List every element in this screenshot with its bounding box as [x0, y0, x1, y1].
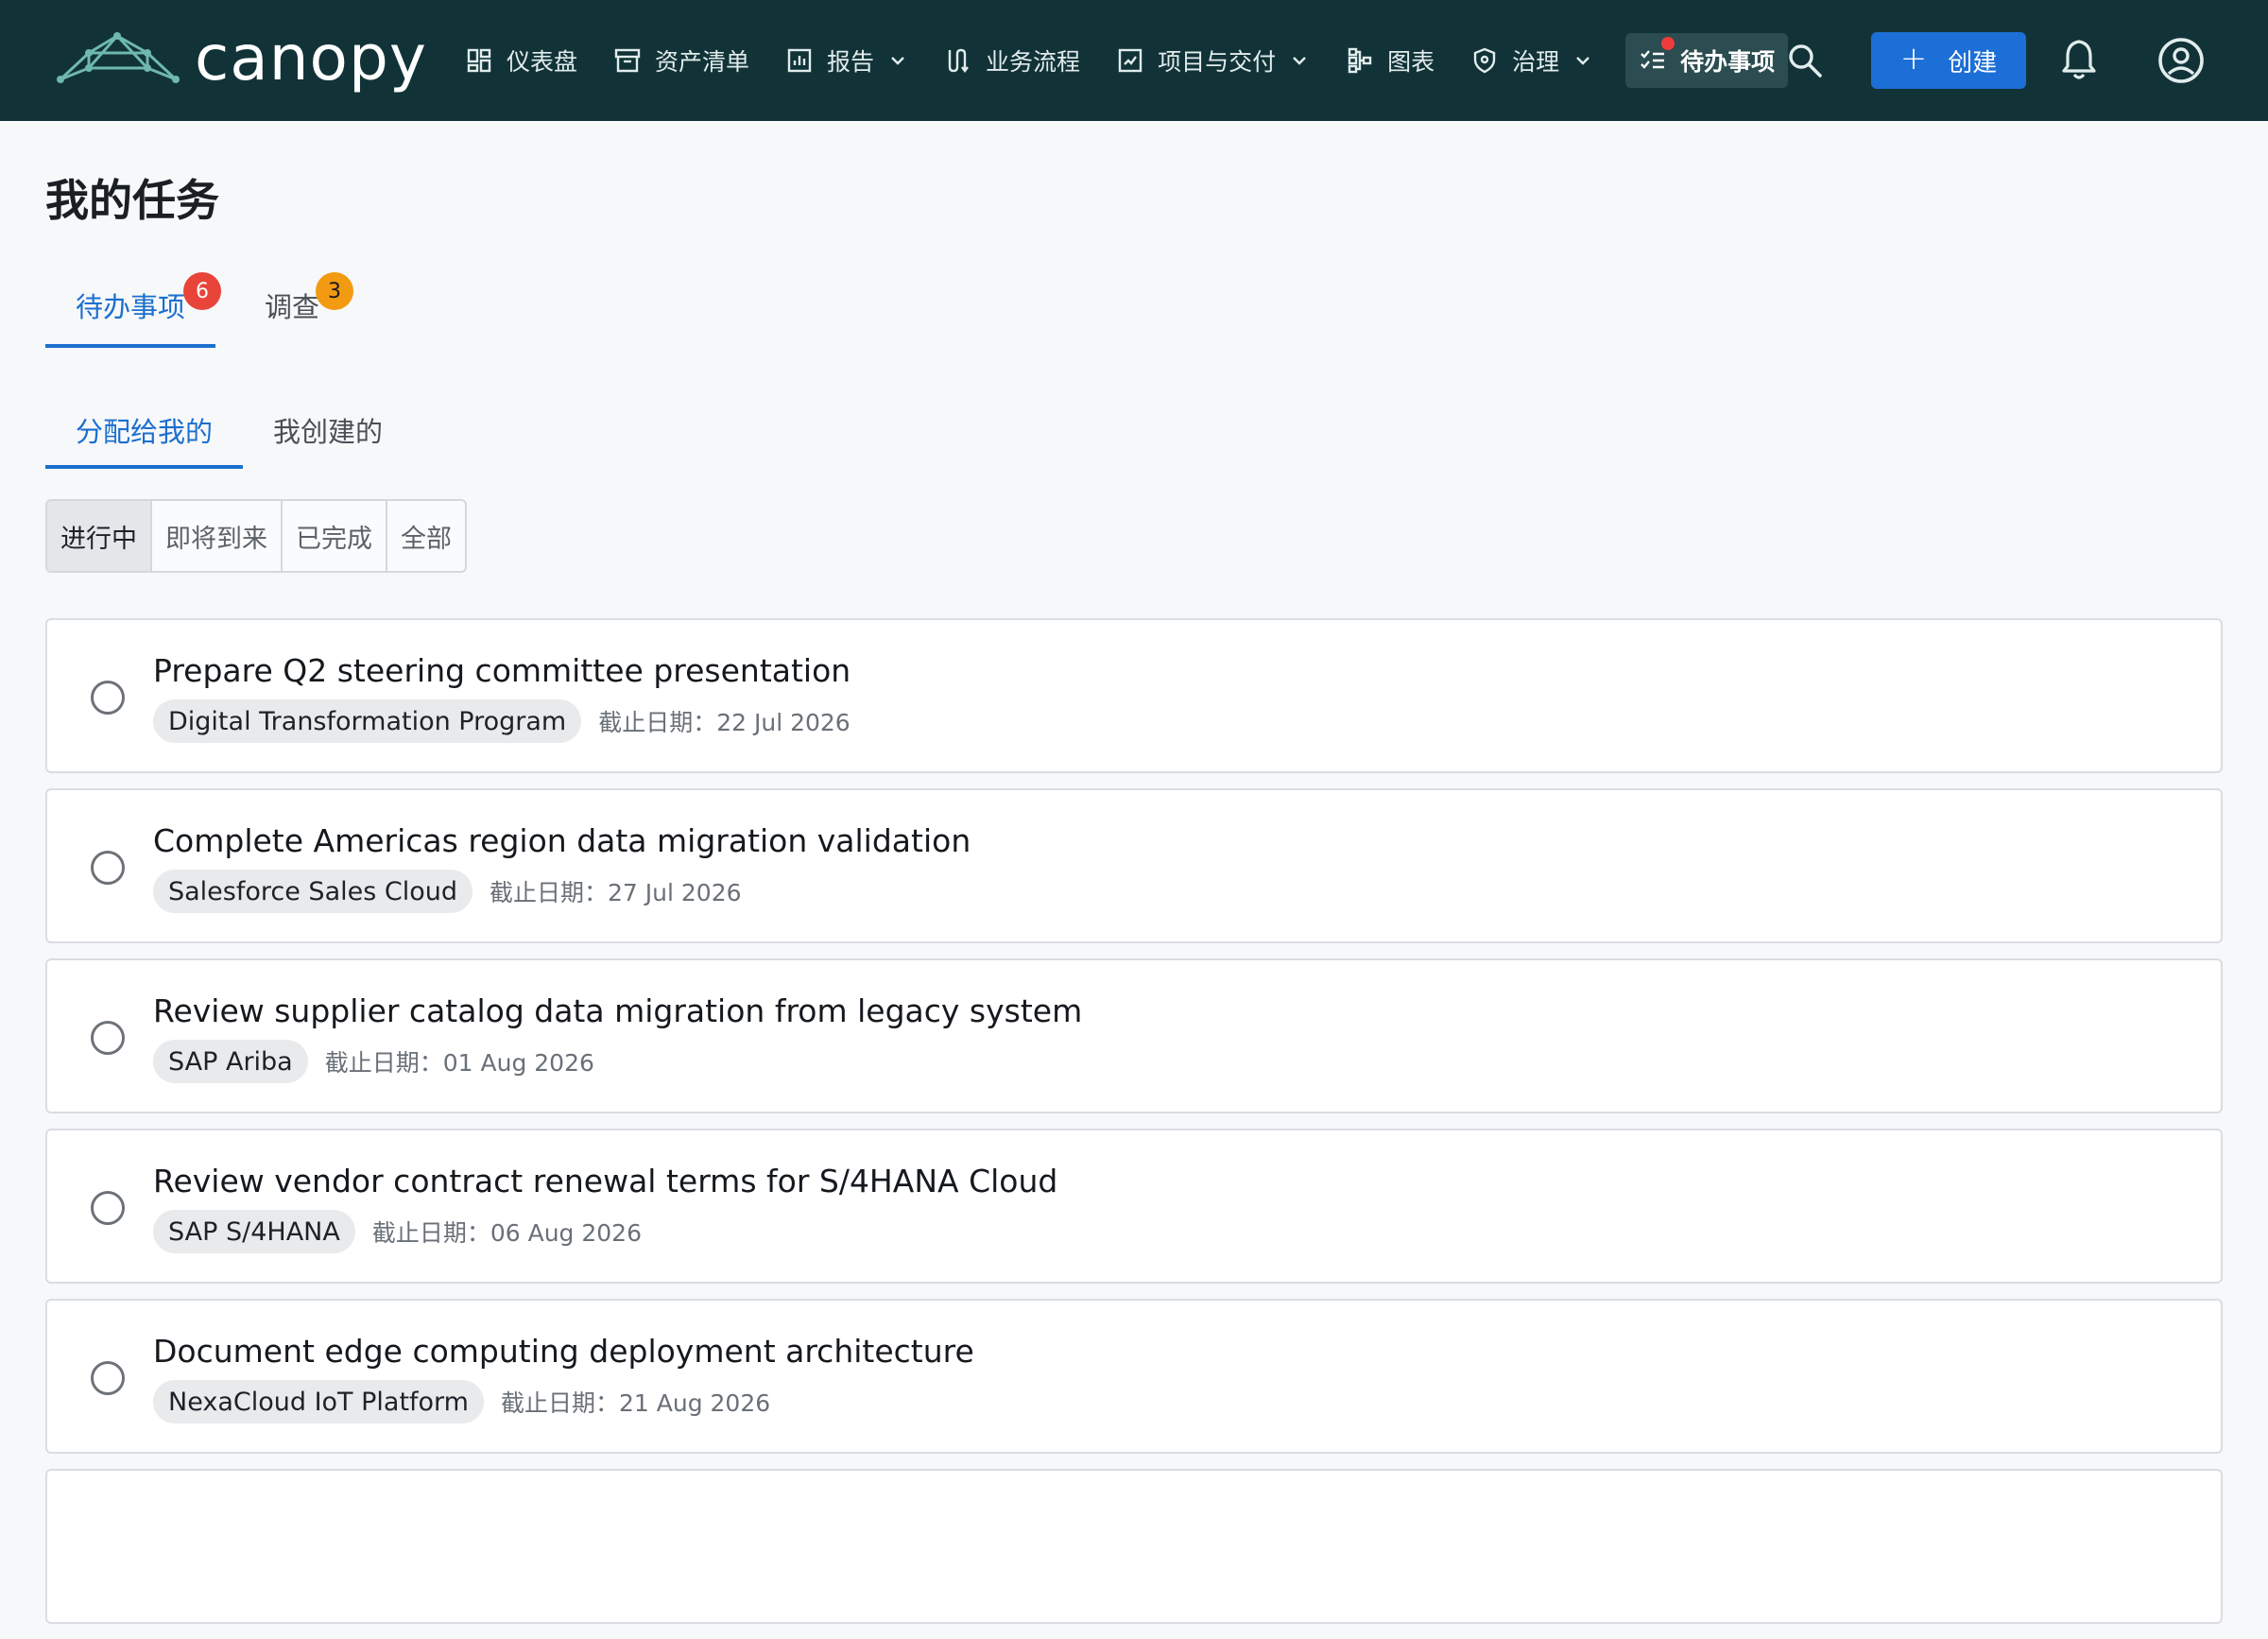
nav-item-label: 资产清单 — [655, 48, 750, 76]
task-due-date: 截止日期：21 Aug 2026 — [501, 1389, 771, 1417]
nav-item-label: 图表 — [1387, 48, 1435, 76]
filter-all[interactable]: 全部 — [386, 501, 465, 571]
nav-item-dashboard[interactable]: 仪表盘 — [461, 33, 581, 88]
task-due-date: 截止日期：06 Aug 2026 — [371, 1219, 642, 1247]
diagram-icon — [1346, 46, 1374, 75]
task-meta: SAP Ariba 截止日期：01 Aug 2026 — [153, 1040, 594, 1083]
filter-upcoming[interactable]: 即将到来 — [150, 501, 281, 571]
nav-item-todo[interactable]: 待办事项 — [1625, 33, 1789, 88]
page-title: 我的任务 — [45, 175, 219, 226]
archive-icon — [613, 46, 642, 75]
nav-item-diagrams[interactable]: 图表 — [1342, 33, 1438, 88]
canopy-logo[interactable]: canopy — [57, 22, 427, 95]
nav-item-business-process[interactable]: 业务流程 — [940, 33, 1084, 88]
project-icon — [1116, 46, 1144, 75]
nav-item-label: 报告 — [827, 48, 875, 76]
nav-item-label: 项目与交付 — [1158, 48, 1277, 76]
nav-item-label: 治理 — [1512, 48, 1560, 76]
create-button[interactable]: + 创建 — [1871, 32, 2026, 89]
count-badge: 3 — [316, 272, 354, 310]
complete-radio[interactable] — [91, 1361, 125, 1395]
status-filter: 进行中 即将到来 已完成 全部 — [45, 499, 467, 573]
task-card[interactable]: Prepare Q2 steering committee presentati… — [45, 618, 2223, 773]
count-badge: 6 — [183, 272, 222, 310]
top-navigation-bar: canopy 仪表盘 资产清单 报告 业务流程 项目与交付 图表 治理 待办事项… — [0, 0, 2268, 121]
complete-radio[interactable] — [91, 1191, 125, 1225]
nav-item-projects[interactable]: 项目与交付 — [1112, 33, 1314, 88]
task-title[interactable]: Document edge computing deployment archi… — [153, 1333, 974, 1370]
task-card[interactable]: Review vendor contract renewal terms for… — [45, 1129, 2223, 1284]
nav-item-governance[interactable]: 治理 — [1467, 33, 1597, 88]
canopy-logo-icon — [57, 32, 180, 83]
complete-radio[interactable] — [91, 1021, 125, 1055]
create-button-label: 创建 — [1948, 48, 1998, 78]
task-card-partial[interactable] — [45, 1469, 2223, 1624]
task-due-date: 截止日期：22 Jul 2026 — [598, 709, 850, 736]
brand-name: canopy — [195, 21, 427, 95]
tab-label: 调查 — [265, 291, 320, 323]
chevron-down-icon — [891, 57, 904, 65]
plus-icon: + — [1899, 40, 1928, 78]
nav-item-label: 业务流程 — [986, 48, 1081, 76]
task-card[interactable]: Review supplier catalog data migration f… — [45, 958, 2223, 1113]
nav-item-reports[interactable]: 报告 — [782, 33, 912, 88]
nav-item-label: 仪表盘 — [507, 48, 578, 76]
task-meta: Salesforce Sales Cloud 截止日期：27 Jul 2026 — [153, 870, 742, 913]
nav-item-inventory[interactable]: 资产清单 — [610, 33, 753, 88]
main-nav: 仪表盘 资产清单 报告 业务流程 项目与交付 图表 治理 待办事项 — [461, 0, 1789, 121]
task-tag[interactable]: NexaCloud IoT Platform — [153, 1380, 484, 1423]
task-meta: NexaCloud IoT Platform 截止日期：21 Aug 2026 — [153, 1380, 770, 1423]
task-tag[interactable]: SAP S/4HANA — [153, 1210, 355, 1253]
tab-assigned-to-me[interactable]: 分配给我的 — [45, 388, 244, 469]
task-title[interactable]: Prepare Q2 steering committee presentati… — [153, 652, 850, 689]
bell-icon[interactable] — [2060, 38, 2098, 81]
user-avatar-icon[interactable] — [2156, 36, 2206, 85]
chevron-down-icon — [1293, 57, 1306, 65]
task-list: Prepare Q2 steering committee presentati… — [45, 618, 2223, 1639]
tab-surveys[interactable]: 调查 3 — [234, 263, 354, 348]
task-tag[interactable]: Salesforce Sales Cloud — [153, 870, 473, 913]
primary-tabs: 待办事项 6 调查 3 — [45, 263, 354, 348]
task-title[interactable]: Review supplier catalog data migration f… — [153, 992, 1082, 1029]
task-due-date: 截止日期：01 Aug 2026 — [324, 1049, 594, 1077]
task-due-date: 截止日期：27 Jul 2026 — [490, 879, 742, 906]
task-tag[interactable]: Digital Transformation Program — [153, 699, 582, 743]
tab-todo[interactable]: 待办事项 6 — [45, 263, 222, 348]
task-tag[interactable]: SAP Ariba — [153, 1040, 308, 1083]
complete-radio[interactable] — [91, 851, 125, 885]
tab-created-by-me[interactable]: 我创建的 — [243, 388, 413, 469]
report-icon — [785, 46, 814, 75]
search-icon[interactable] — [1786, 42, 1824, 79]
shield-icon — [1470, 46, 1499, 75]
task-card[interactable]: Document edge computing deployment archi… — [45, 1299, 2223, 1454]
checklist-icon — [1639, 46, 1667, 75]
task-title[interactable]: Complete Americas region data migration … — [153, 822, 971, 859]
secondary-tabs: 分配给我的 我创建的 — [45, 388, 413, 469]
complete-radio[interactable] — [91, 681, 125, 715]
chevron-down-icon — [1576, 57, 1589, 65]
process-icon — [944, 46, 972, 75]
task-title[interactable]: Review vendor contract renewal terms for… — [153, 1163, 1057, 1199]
filter-in-progress[interactable]: 进行中 — [47, 501, 150, 571]
nav-item-label: 待办事项 — [1680, 48, 1776, 76]
task-card[interactable]: Complete Americas region data migration … — [45, 788, 2223, 943]
notification-dot — [1661, 37, 1675, 50]
tab-label: 待办事项 — [76, 291, 186, 323]
dashboard-icon — [465, 46, 493, 75]
task-meta: Digital Transformation Program 截止日期：22 J… — [153, 699, 850, 743]
task-meta: SAP S/4HANA 截止日期：06 Aug 2026 — [153, 1210, 642, 1253]
filter-completed[interactable]: 已完成 — [281, 501, 386, 571]
